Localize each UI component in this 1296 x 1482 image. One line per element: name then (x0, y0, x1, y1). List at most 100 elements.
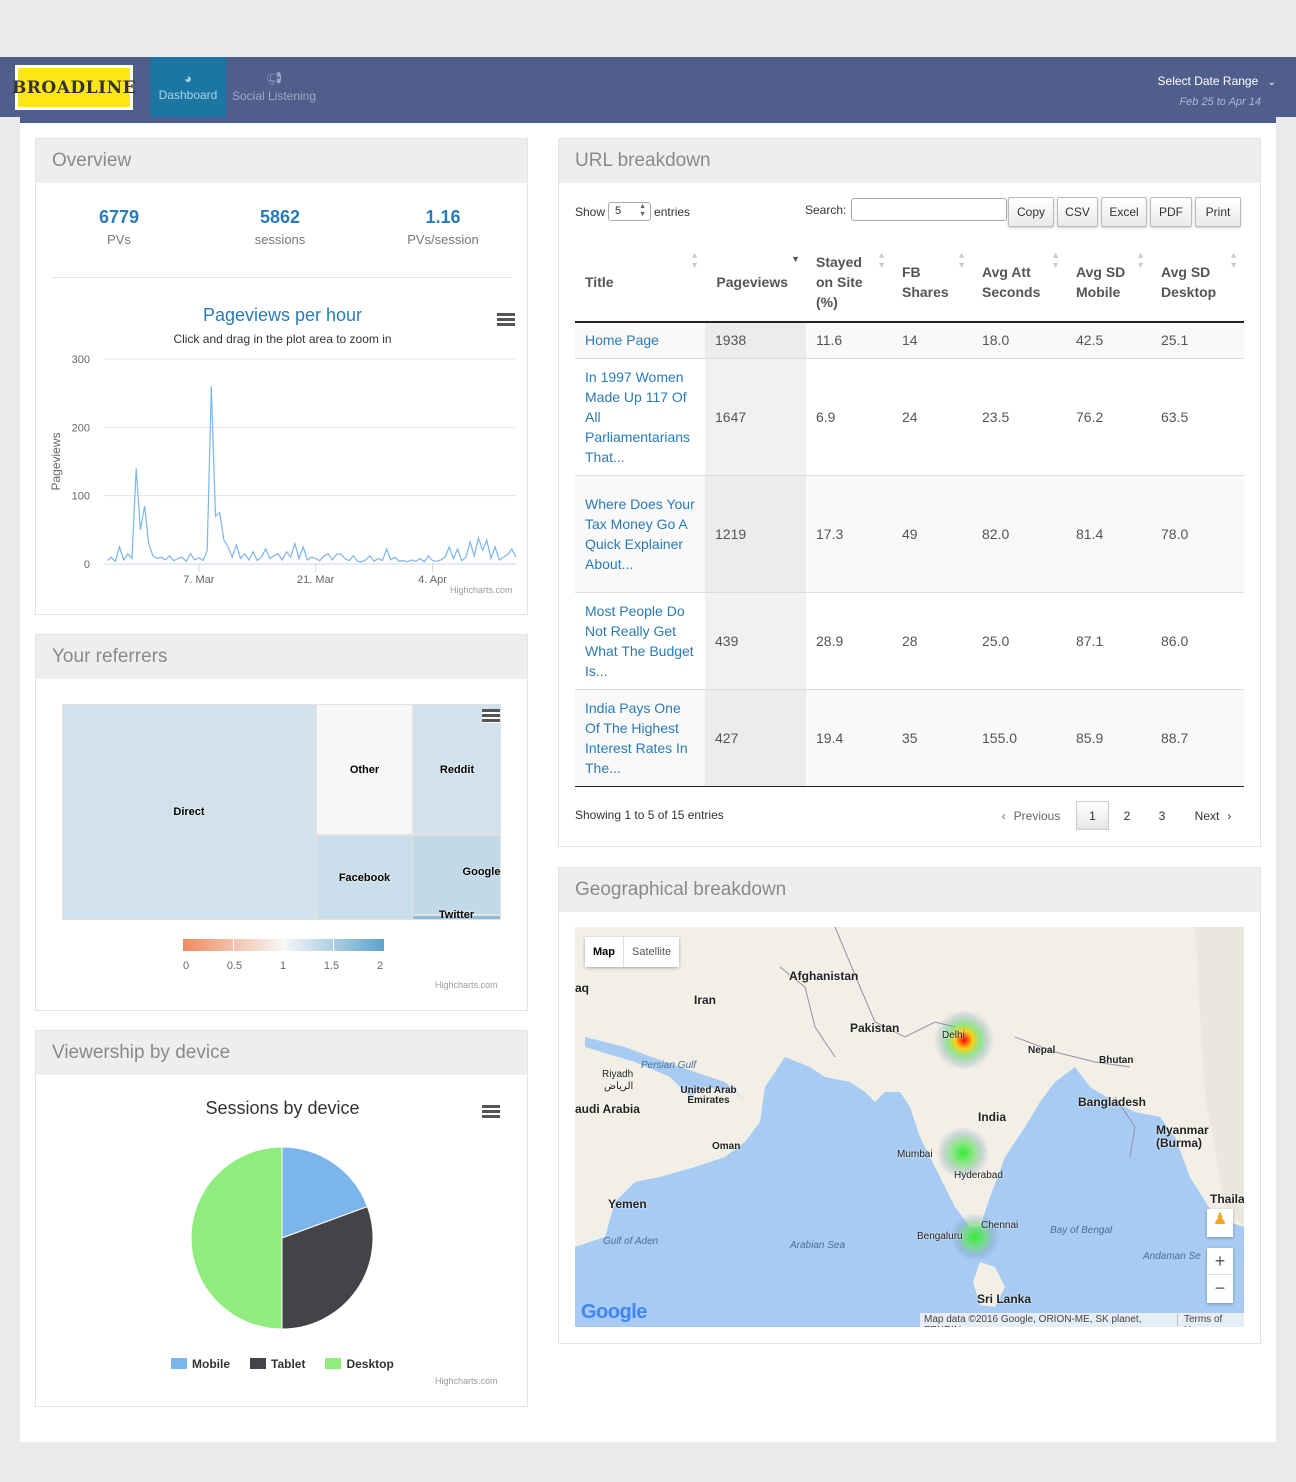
sort-icon: ▲ ▼ (877, 250, 886, 270)
highcharts-credit[interactable]: Highcharts.com (435, 980, 498, 990)
chart-menu-icon[interactable] (497, 313, 515, 327)
map-city-label: Delhi (942, 1030, 965, 1041)
col-avg-sd-mobile[interactable]: Avg SD Mobile ▲ ▼ (1066, 242, 1151, 323)
csv-button[interactable]: CSV (1057, 197, 1098, 227)
map-water-label: Persian Gulf (641, 1060, 697, 1071)
map-label: Sri Lanka (977, 1292, 1032, 1306)
device-pie-chart[interactable] (36, 1131, 529, 1341)
sort-icon: ▲ ▼ (957, 250, 966, 270)
pagination-previous[interactable]: ‹ Previous (996, 801, 1066, 830)
col-pageviews[interactable]: Pageviews ▼ (705, 242, 806, 323)
stat-pvs-per-session: 1.16 PVs/session (378, 207, 508, 247)
url-link[interactable]: India Pays One Of The Highest Interest R… (585, 700, 688, 776)
url-table: Title ▲ ▼ Pageviews ▼ Stayed on Site (%) ▲ ▼ … (575, 242, 1244, 786)
date-range-selector[interactable]: Select Date Range ⌄ Feb 25 to Apr 14 (1158, 74, 1276, 108)
google-logo[interactable]: Google (581, 1301, 647, 1324)
url-link[interactable]: Most People Do Not Really Get What The B… (585, 603, 694, 679)
map-label: Iran (694, 993, 717, 1007)
map-type-map-button[interactable]: Map (585, 937, 623, 967)
col-fb-shares[interactable]: FB Shares ▲ ▼ (892, 242, 972, 323)
url-link[interactable]: Home Page (585, 332, 659, 348)
pie-slice-desktop[interactable] (190, 1146, 283, 1330)
stat-value: 5862 (259, 207, 301, 227)
table-row: Most People Do Not Really Get What The B… (575, 591, 1244, 689)
title-cell: Where Does Your Tax Money Go A Quick Exp… (575, 474, 705, 592)
value-cell: 25.0 (972, 591, 1066, 689)
map-land (575, 927, 1244, 1307)
chart-menu-icon[interactable] (482, 709, 500, 723)
map-label: Yemen (608, 1197, 647, 1211)
highcharts-credit[interactable]: Highcharts.com (450, 585, 513, 595)
title-cell: Home Page (575, 321, 705, 358)
map-city-label: Chennai (981, 1220, 1019, 1231)
tab-dashboard[interactable]: ◕ Dashboard (150, 57, 226, 117)
color-axis-tick (283, 939, 284, 951)
col-avg-att[interactable]: Avg Att Seconds ▲ ▼ (972, 242, 1066, 323)
treemap-label: Google (462, 866, 501, 878)
street-view-pegman-icon[interactable]: ♟ (1207, 1209, 1233, 1237)
legend-label: Mobile (192, 1357, 230, 1371)
treemap-label: Direct (173, 806, 205, 818)
map-type-satellite-button[interactable]: Satellite (623, 937, 679, 967)
pagination-next[interactable]: Next › (1186, 801, 1240, 830)
tab-social-listening[interactable]: 📢︎ Social Listening (230, 57, 318, 117)
pageviews-line-chart[interactable]: 0 100 200 300 Pageviews 7. Mar 21. Mar 4. Apr (36, 339, 529, 609)
value-cell: 35 (892, 688, 972, 786)
value-cell: 88.7 (1151, 688, 1244, 786)
map-city-label: Bengaluru (917, 1231, 963, 1242)
col-title[interactable]: Title ▲ ▼ (575, 242, 705, 323)
map-type-control: Map Satellite (585, 937, 680, 967)
legend-label: Tablet (271, 1357, 306, 1371)
search-input[interactable] (851, 198, 1007, 221)
value-cell: 23.5 (972, 357, 1066, 475)
url-link[interactable]: Where Does Your Tax Money Go A Quick Exp… (585, 496, 695, 572)
col-stayed[interactable]: Stayed on Site (%) ▲ ▼ (806, 242, 892, 323)
zoom-in-button[interactable]: + (1207, 1248, 1233, 1275)
terms-of-use-link[interactable]: Terms of Use (1176, 1314, 1240, 1327)
table-row: Home Page 1938 11.6 14 18.0 42.5 25.1 (575, 321, 1244, 358)
x-tick-label: 21. Mar (297, 574, 335, 586)
referrers-treemap[interactable]: Direct Other Reddit Facebook Google Twitter (62, 704, 501, 921)
panel-title: URL breakdown (559, 139, 1260, 183)
value-cell: 78.0 (1151, 474, 1244, 592)
legend-item-mobile[interactable]: Mobile (171, 1357, 230, 1371)
sort-desc-icon: ▼ (791, 254, 800, 264)
url-link[interactable]: In 1997 Women Made Up 117 Of All Parliam… (585, 369, 690, 465)
page-1-button[interactable]: 1 (1076, 801, 1109, 830)
value-cell: 24 (892, 357, 972, 475)
highcharts-credit[interactable]: Highcharts.com (435, 1376, 498, 1386)
print-button[interactable]: Print (1195, 197, 1241, 227)
map-label: Oman (712, 1141, 741, 1152)
legend-label: Desktop (346, 1357, 394, 1371)
map-label: India (978, 1110, 1007, 1124)
logo-text: BROADLINE (12, 68, 136, 107)
panel-title: Geographical breakdown (559, 868, 1260, 912)
y-tick-label: 0 (84, 559, 90, 571)
value-cell: 17.3 (806, 474, 892, 592)
header-label: FB Shares (902, 263, 949, 300)
excel-button[interactable]: Excel (1101, 197, 1147, 227)
geo-heatmap[interactable]: Afghanistan Iran Pakistan India Nepal Bh… (575, 927, 1244, 1327)
value-cell: 155.0 (972, 688, 1066, 786)
legend-item-desktop[interactable]: Desktop (325, 1357, 394, 1371)
copy-button[interactable]: Copy (1008, 197, 1054, 227)
legend-item-tablet[interactable]: Tablet (250, 1357, 305, 1371)
col-avg-sd-desktop[interactable]: Avg SD Desktop ▲ ▼ (1151, 242, 1244, 323)
navbar: BROADLINE ◕ Dashboard 📢︎ Social Listenin… (0, 57, 1296, 117)
entries-select[interactable]: 5 ▲ ▼ (608, 202, 652, 221)
zoom-out-button[interactable]: − (1207, 1275, 1233, 1302)
page-3-button[interactable]: 3 (1147, 801, 1177, 830)
chart-menu-icon[interactable] (482, 1105, 500, 1119)
panel-title: Overview (36, 139, 527, 183)
value-cell: 87.1 (1066, 591, 1151, 689)
panel-title: Viewership by device (36, 1031, 527, 1075)
entries-value: 5 (615, 205, 622, 217)
pie-legend: Mobile Tablet Desktop (171, 1357, 394, 1371)
page-2-button[interactable]: 2 (1112, 801, 1142, 830)
logo[interactable]: BROADLINE (12, 65, 136, 110)
title-cell: In 1997 Women Made Up 117 Of All Parliam… (575, 357, 705, 475)
map-water-label: Arabian Sea (790, 1240, 846, 1251)
stat-label: sessions (254, 232, 306, 247)
map-label: Thaila (1210, 1192, 1244, 1206)
pdf-button[interactable]: PDF (1150, 197, 1192, 227)
